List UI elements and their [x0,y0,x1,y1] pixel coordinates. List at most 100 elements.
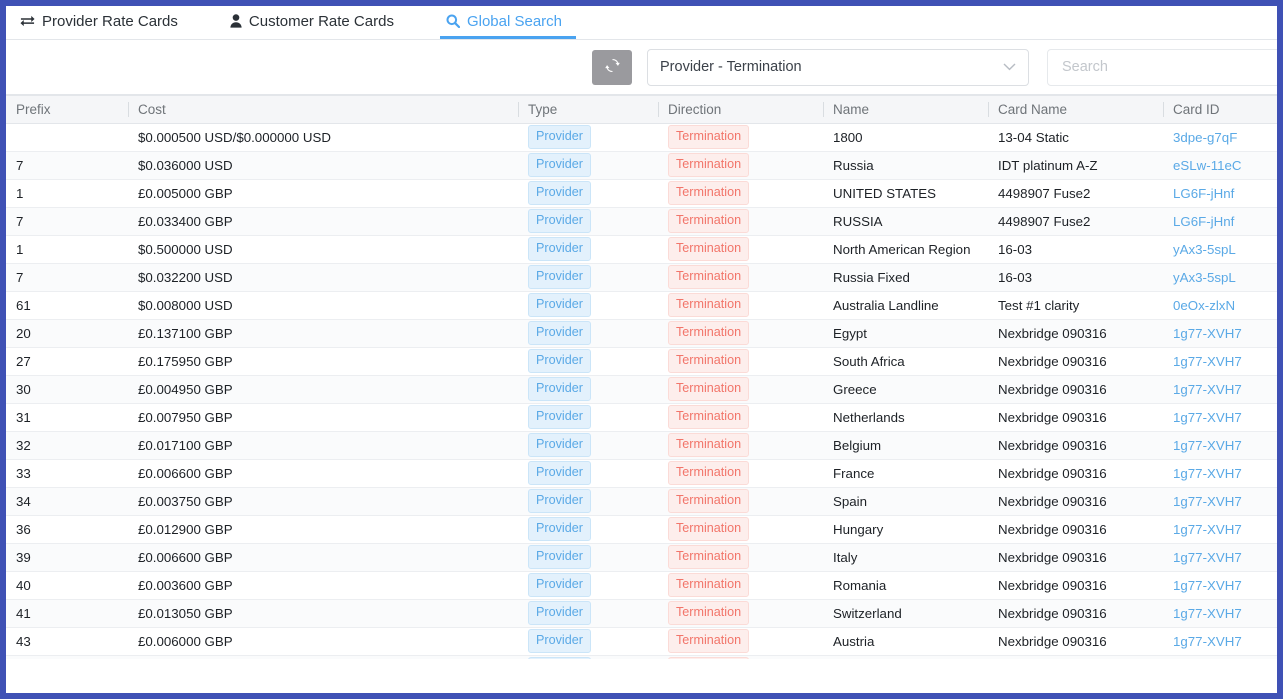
cell-card-id-text[interactable]: 1g77-XVH7 [1173,634,1242,649]
cell-name: Austria [823,627,988,655]
column-header-type[interactable]: Type [518,96,658,123]
cell-prefix-text: 1 [16,242,23,257]
cell-card-name-text: Nexbridge 090316 [998,410,1107,425]
column-header-name[interactable]: Name [823,96,988,123]
table-row[interactable]: 45£0.006750 GBPProviderTerminationDenmar… [6,655,1277,659]
cell-prefix: 32 [6,431,128,459]
cell-name-text: 1800 [833,130,863,145]
cell-card-id-text[interactable]: 1g77-XVH7 [1173,522,1242,537]
cell-prefix: 43 [6,627,128,655]
table-row[interactable]: 39£0.006600 GBPProviderTerminationItalyN… [6,543,1277,571]
cell-cost-text: £0.004950 GBP [138,382,233,397]
cell-name-text: Russia Fixed [833,270,910,285]
table-row[interactable]: 7$0.032200 USDProviderTerminationRussia … [6,263,1277,291]
cell-card-id-text[interactable]: 1g77-XVH7 [1173,438,1242,453]
cell-type-text: Provider [528,489,591,513]
cell-card-id-text[interactable]: 1g77-XVH7 [1173,354,1242,369]
cell-cost-text: £0.006000 GBP [138,634,233,649]
table-header-row: Prefix Cost Type Direction Name Card Nam… [6,96,1277,123]
table-row[interactable]: $0.000500 USD/$0.000000 USDProviderTermi… [6,123,1277,151]
chevron-down-icon [1003,59,1016,75]
cell-cost: £0.013050 GBP [128,599,518,627]
tab-provider-rate-cards[interactable]: Provider Rate Cards [14,6,192,39]
cell-direction-text: Termination [668,489,749,513]
column-header-cost[interactable]: Cost [128,96,518,123]
table-row[interactable]: 43£0.006000 GBPProviderTerminationAustri… [6,627,1277,655]
cell-type-text: Provider [528,517,591,541]
cell-prefix: 39 [6,543,128,571]
cell-name: Russia Fixed [823,263,988,291]
cell-direction: Termination [658,543,823,571]
column-header-prefix[interactable]: Prefix [6,96,128,123]
column-header-card-name[interactable]: Card Name [988,96,1163,123]
cell-card-id-text[interactable]: 1g77-XVH7 [1173,382,1242,397]
cell-card-id-text[interactable]: 1g77-XVH7 [1173,606,1242,621]
search-field-wrapper[interactable] [1047,49,1283,86]
cell-card-id-text[interactable]: 3dpe-g7qF [1173,130,1237,145]
cell-name: Romania [823,571,988,599]
cell-card-id-text[interactable]: LG6F-jHnf [1173,214,1234,229]
cell-prefix-text: 33 [16,466,31,481]
cell-card-name: Nexbridge 090316 [988,543,1163,571]
cell-card-id-text[interactable]: 1g77-XVH7 [1173,410,1242,425]
cell-card-id-text[interactable]: 1g77-XVH7 [1173,550,1242,565]
cell-card-id-text[interactable]: 1g77-XVH7 [1173,578,1242,593]
cell-card-name-text: Nexbridge 090316 [998,466,1107,481]
results-table-container[interactable]: Prefix Cost Type Direction Name Card Nam… [6,95,1277,659]
cell-card-name-text: IDT platinum A-Z [998,158,1098,173]
cell-name: Russia [823,151,988,179]
table-row[interactable]: 30£0.004950 GBPProviderTerminationGreece… [6,375,1277,403]
cell-direction: Termination [658,235,823,263]
cell-card-id-text[interactable]: 1g77-XVH7 [1173,466,1242,481]
table-row[interactable]: 7$0.036000 USDProviderTerminationRussiaI… [6,151,1277,179]
cell-card-id-text[interactable]: yAx3-5spL [1173,242,1236,257]
cell-cost-text: $0.000500 USD/$0.000000 USD [138,130,331,145]
table-row[interactable]: 1$0.500000 USDProviderTerminationNorth A… [6,235,1277,263]
cell-direction-text: Termination [668,265,749,289]
table-row[interactable]: 61$0.008000 USDProviderTerminationAustra… [6,291,1277,319]
cell-card-name: 16-03 [988,263,1163,291]
cell-card-id-text[interactable]: LG6F-jHnf [1173,186,1234,201]
table-row[interactable]: 7£0.033400 GBPProviderTerminationRUSSIA4… [6,207,1277,235]
cell-card-id-text[interactable]: eSLw-11eC [1173,158,1242,173]
cell-cost: £0.033400 GBP [128,207,518,235]
cell-type: Provider [518,515,658,543]
table-row[interactable]: 20£0.137100 GBPProviderTerminationEgyptN… [6,319,1277,347]
cell-cost-text: £0.013050 GBP [138,606,233,621]
refresh-button[interactable] [592,50,632,85]
type-filter-select[interactable]: Provider - Termination [647,49,1029,86]
cell-prefix [6,123,128,151]
cell-card-id-text[interactable]: 0eOx-zlxN [1173,298,1235,313]
cell-card-id-text[interactable]: yAx3-5spL [1173,270,1236,285]
table-row[interactable]: 31£0.007950 GBPProviderTerminationNether… [6,403,1277,431]
cell-prefix-text: 1 [16,186,23,201]
table-row[interactable]: 40£0.003600 GBPProviderTerminationRomani… [6,571,1277,599]
cell-direction-text: Termination [668,573,749,597]
cell-direction: Termination [658,291,823,319]
cell-direction-text: Termination [668,377,749,401]
cell-name: Egypt [823,319,988,347]
cell-direction-text: Termination [668,461,749,485]
table-row[interactable]: 1£0.005000 GBPProviderTerminationUNITED … [6,179,1277,207]
cell-type-text: Provider [528,405,591,429]
cell-name-text: Russia [833,158,874,173]
search-input[interactable] [1060,58,1274,76]
table-row[interactable]: 34£0.003750 GBPProviderTerminationSpainN… [6,487,1277,515]
cell-prefix-text: 31 [16,410,31,425]
cell-cost-text: $0.008000 USD [138,298,233,313]
table-row[interactable]: 32£0.017100 GBPProviderTerminationBelgiu… [6,431,1277,459]
cell-card-name-text: Nexbridge 090316 [998,382,1107,397]
cell-card-id-text[interactable]: 1g77-XVH7 [1173,494,1242,509]
tab-global-search[interactable]: Global Search [440,6,576,39]
table-row[interactable]: 33£0.006600 GBPProviderTerminationFrance… [6,459,1277,487]
cell-card-id-text[interactable]: 1g77-XVH7 [1173,326,1242,341]
table-row[interactable]: 36£0.012900 GBPProviderTerminationHungar… [6,515,1277,543]
cell-prefix-text: 20 [16,326,31,341]
column-header-card-id[interactable]: Card ID [1163,96,1277,123]
tab-customer-rate-cards[interactable]: Customer Rate Cards [224,6,408,39]
table-row[interactable]: 27£0.175950 GBPProviderTerminationSouth … [6,347,1277,375]
cell-name-text: Netherlands [833,410,905,425]
table-row[interactable]: 41£0.013050 GBPProviderTerminationSwitze… [6,599,1277,627]
cell-name: Hungary [823,515,988,543]
column-header-direction[interactable]: Direction [658,96,823,123]
